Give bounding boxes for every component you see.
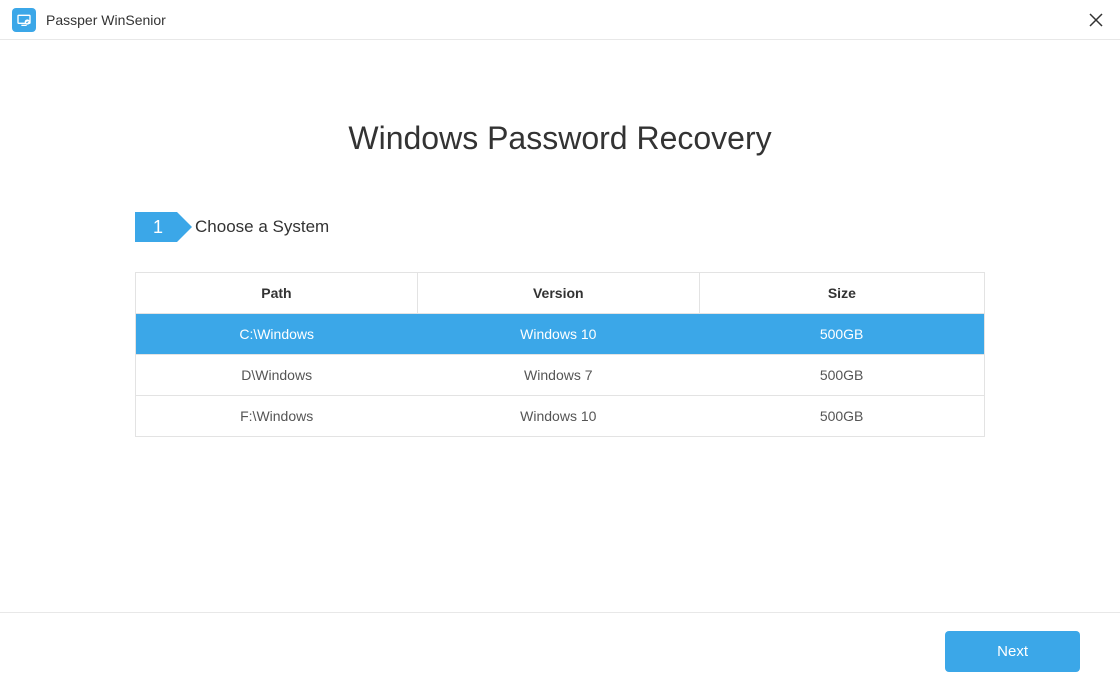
cell-version: Windows 7 — [417, 355, 699, 396]
cell-version: Windows 10 — [417, 314, 699, 355]
app-title: Passper WinSenior — [46, 12, 166, 28]
table-header-path: Path — [136, 273, 418, 314]
content: Windows Password Recovery 1 Choose a Sys… — [0, 120, 1120, 437]
step-label: Choose a System — [195, 217, 329, 237]
cell-size: 500GB — [699, 396, 984, 437]
page-title: Windows Password Recovery — [135, 120, 985, 157]
table-row[interactable]: C:\WindowsWindows 10500GB — [136, 314, 985, 355]
titlebar: Passper WinSenior — [0, 0, 1120, 40]
titlebar-left: Passper WinSenior — [12, 8, 166, 32]
table-header-size: Size — [699, 273, 984, 314]
cell-size: 500GB — [699, 314, 984, 355]
table-row[interactable]: D\WindowsWindows 7500GB — [136, 355, 985, 396]
close-icon — [1089, 13, 1103, 27]
footer: Next — [0, 612, 1120, 690]
step-indicator: 1 Choose a System — [135, 212, 985, 242]
cell-version: Windows 10 — [417, 396, 699, 437]
cell-size: 500GB — [699, 355, 984, 396]
cell-path: F:\Windows — [136, 396, 418, 437]
step-number-badge: 1 — [135, 212, 177, 242]
cell-path: C:\Windows — [136, 314, 418, 355]
table-header-version: Version — [417, 273, 699, 314]
app-icon — [12, 8, 36, 32]
close-button[interactable] — [1084, 8, 1108, 32]
cell-path: D\Windows — [136, 355, 418, 396]
next-button[interactable]: Next — [945, 631, 1080, 672]
table-row[interactable]: F:\WindowsWindows 10500GB — [136, 396, 985, 437]
system-table: Path Version Size C:\WindowsWindows 1050… — [135, 272, 985, 437]
table-header-row: Path Version Size — [136, 273, 985, 314]
